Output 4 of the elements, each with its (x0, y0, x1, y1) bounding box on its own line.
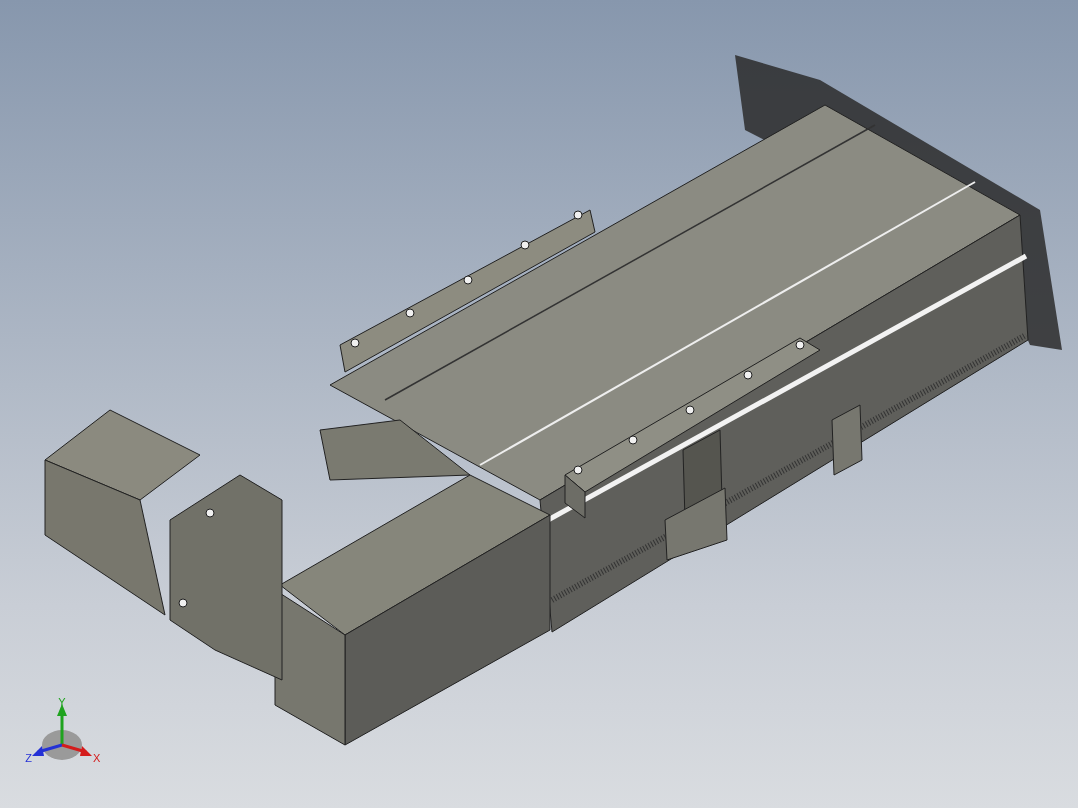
axis-label: Y (58, 696, 66, 708)
axis-label: Z (25, 752, 32, 764)
triad-base-icon (42, 730, 82, 760)
axis-label: X (93, 752, 101, 764)
